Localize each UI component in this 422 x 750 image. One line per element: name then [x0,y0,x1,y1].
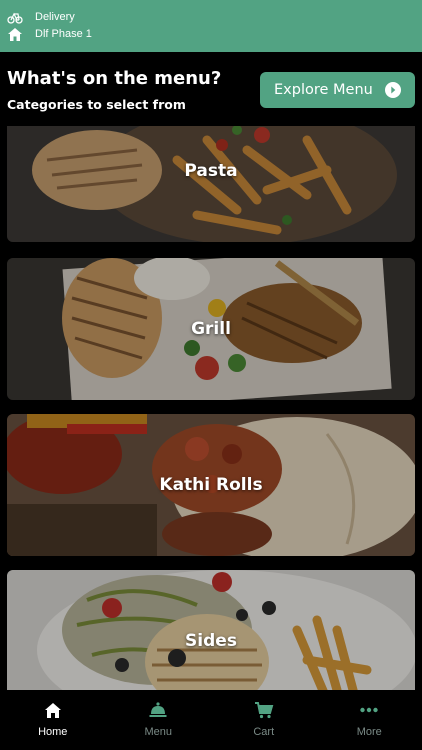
category-card-grill[interactable]: Grill [7,258,415,400]
bottom-navigation: Home Menu Cart More [0,690,422,750]
delivery-mode-label: Delivery [35,11,75,23]
nav-cart-label: Cart [253,726,275,738]
delivery-location-bar[interactable]: Delivery Dlf Phase 1 [0,0,422,52]
category-label: Pasta [184,161,238,181]
cloche-icon [149,702,167,717]
page-title: What's on the menu? [7,68,222,89]
cart-icon [254,702,274,719]
nav-more[interactable]: More [317,690,422,750]
category-card-pasta[interactable]: Pasta [7,126,415,242]
nav-more-label: More [356,726,382,738]
category-list[interactable]: Pasta Grill Kathi Rolls Sides [0,126,422,690]
delivery-location-row[interactable]: Dlf Phase 1 [7,26,92,42]
nav-menu-label: Menu [144,726,173,738]
category-label: Grill [191,319,231,339]
page-subtitle: Categories to select from [7,97,186,112]
bicycle-icon [7,12,23,24]
category-card-sides[interactable]: Sides [7,570,415,690]
explore-menu-label: Explore Menu [274,82,373,98]
delivery-location-label: Dlf Phase 1 [35,28,92,40]
home-icon [44,703,61,718]
menu-header: What's on the menu? Categories to select… [0,52,422,126]
nav-cart[interactable]: Cart [211,690,317,750]
arrow-right-circle-icon [385,82,401,98]
delivery-mode-row[interactable]: Delivery [7,9,75,25]
nav-home-label: Home [38,726,68,738]
category-label: Sides [185,631,237,651]
card-overlay [7,570,415,690]
card-overlay [7,126,415,242]
nav-menu[interactable]: Menu [106,690,212,750]
category-label: Kathi Rolls [159,475,263,495]
home-icon [8,28,22,41]
more-dots-icon [360,707,378,713]
nav-home[interactable]: Home [0,690,106,750]
explore-menu-button[interactable]: Explore Menu [260,72,415,108]
category-card-kathi-rolls[interactable]: Kathi Rolls [7,414,415,556]
